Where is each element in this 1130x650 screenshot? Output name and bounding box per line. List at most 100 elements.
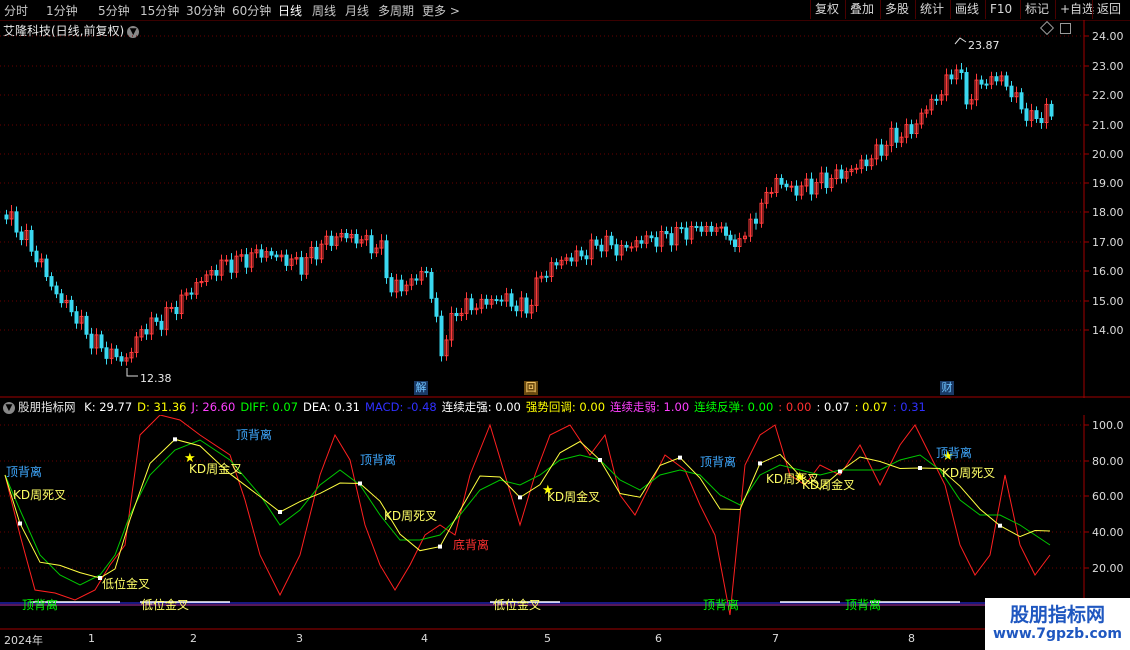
indicator-value: D: 31.36 — [137, 400, 187, 414]
candle-body — [1004, 75, 1009, 87]
k-point-marker — [598, 458, 602, 463]
indicator-value: MACD: -0.48 — [364, 400, 437, 414]
candle-body — [579, 250, 584, 257]
annotation-low-golden-cross: 低位金叉 — [141, 598, 190, 612]
candle-body — [1019, 92, 1024, 110]
candle-body — [1039, 118, 1044, 124]
restore-rights-button[interactable]: 复权 — [810, 0, 843, 19]
candle-body — [609, 235, 614, 246]
tab-1min[interactable]: 1分钟 — [46, 2, 78, 19]
candle-body — [44, 258, 49, 278]
tab-15min[interactable]: 15分钟 — [140, 2, 179, 19]
candle-body — [494, 299, 499, 302]
price-chart[interactable] — [0, 20, 1130, 398]
event-marker-unlock[interactable]: 解 — [414, 381, 428, 395]
candle-body — [699, 226, 704, 232]
candle-body — [789, 185, 794, 188]
indicator-header: ▼ 股朋指标网 K: 29.77 D: 31.36 J: 26.60 DIFF: 0.0… — [3, 399, 936, 415]
event-marker-repurchase[interactable]: 回 — [524, 381, 538, 395]
candle-body — [894, 127, 899, 143]
k-point-marker — [173, 437, 177, 442]
candle-body — [424, 271, 429, 274]
tab-monthly[interactable]: 月线 — [345, 2, 369, 19]
candle-body — [664, 230, 669, 235]
candle-body — [719, 226, 724, 229]
time-label: 2 — [190, 632, 197, 645]
back-button[interactable]: 返回 — [1092, 0, 1125, 19]
statistics-button[interactable]: 统计 — [915, 0, 948, 19]
tab-intraday[interactable]: 分时 — [4, 2, 28, 19]
indicator-value: : 0.00 — [778, 400, 812, 414]
candle-body — [629, 246, 634, 249]
candle-body — [1009, 85, 1014, 98]
candle-body — [354, 233, 359, 244]
mark-button[interactable]: 标记 — [1020, 0, 1053, 19]
candle-body — [524, 297, 529, 314]
annotation-top-divergence: 顶背离 — [360, 453, 397, 467]
candle-body — [259, 249, 264, 258]
candle-body — [724, 226, 728, 236]
candle-body — [554, 262, 559, 266]
indicator-value: DEA: 0.31 — [303, 400, 360, 414]
chevron-down-icon[interactable]: ▼ — [3, 401, 15, 414]
candle-body — [329, 235, 334, 246]
time-label: 5 — [544, 632, 551, 645]
candle-body — [879, 144, 884, 156]
overlay-button[interactable]: 叠加 — [845, 0, 878, 19]
candle-body — [274, 254, 279, 258]
candle-body — [839, 169, 844, 179]
annotation-kd-weekly-dead-cross: KD周死叉 — [13, 488, 67, 502]
k-point-marker — [918, 465, 922, 470]
tab-more[interactable]: 更多 > — [422, 2, 460, 19]
annotation-top-divergence-green: 顶背离 — [845, 598, 882, 612]
price-tick: 21.00 — [1092, 119, 1124, 132]
tab-daily[interactable]: 日线 — [278, 2, 302, 19]
candle-body — [54, 285, 59, 295]
price-tick: 24.00 — [1092, 30, 1124, 43]
high-pointer — [954, 37, 967, 45]
indicator-name[interactable]: 股朋指标网 — [18, 400, 76, 414]
candle-body — [809, 178, 814, 195]
d-line — [4, 439, 1051, 586]
tab-5min[interactable]: 5分钟 — [98, 2, 130, 19]
candle-body — [299, 257, 304, 275]
k-point-marker — [838, 469, 842, 474]
draw-line-button[interactable]: 画线 — [950, 0, 983, 19]
time-label: 3 — [296, 632, 303, 645]
tab-multi-period[interactable]: 多周期 — [378, 2, 414, 19]
candle-body — [733, 239, 737, 247]
candle-body — [314, 246, 319, 260]
indicator-tick: 20.00 — [1092, 562, 1124, 575]
candle-body — [439, 315, 444, 357]
candle-body — [654, 237, 659, 247]
j-line — [4, 415, 1051, 616]
candle-body — [669, 233, 674, 246]
low-pointer — [126, 368, 138, 377]
multi-stock-button[interactable]: 多股 — [880, 0, 913, 19]
candle-body — [59, 293, 64, 304]
candle-body — [824, 172, 829, 188]
f10-button[interactable]: F10 — [985, 0, 1016, 19]
candle-body — [214, 270, 219, 276]
candle-body — [614, 244, 619, 256]
candle-body — [1024, 108, 1029, 121]
indicator-value: DIFF: 0.07 — [240, 400, 299, 414]
indicator-tick: 40.00 — [1092, 526, 1124, 539]
indicator-value: : 0.07 — [854, 400, 888, 414]
indicator-value: K: 29.77 — [84, 400, 133, 414]
candle-body — [854, 167, 859, 170]
time-label: 1 — [88, 632, 95, 645]
event-marker-financial[interactable]: 财 — [940, 381, 954, 395]
candle-body — [514, 305, 519, 312]
candle-body — [1034, 110, 1039, 120]
candle-body — [964, 72, 969, 105]
price-tick: 16.00 — [1092, 265, 1124, 278]
k-point-marker — [518, 495, 522, 500]
tab-30min[interactable]: 30分钟 — [186, 2, 225, 19]
candle-body — [89, 333, 94, 349]
tab-weekly[interactable]: 周线 — [312, 2, 336, 19]
high-price-label: 23.87 — [968, 39, 1000, 52]
tab-60min[interactable]: 60分钟 — [232, 2, 271, 19]
candle-body — [84, 315, 89, 335]
candle-body — [484, 298, 489, 305]
